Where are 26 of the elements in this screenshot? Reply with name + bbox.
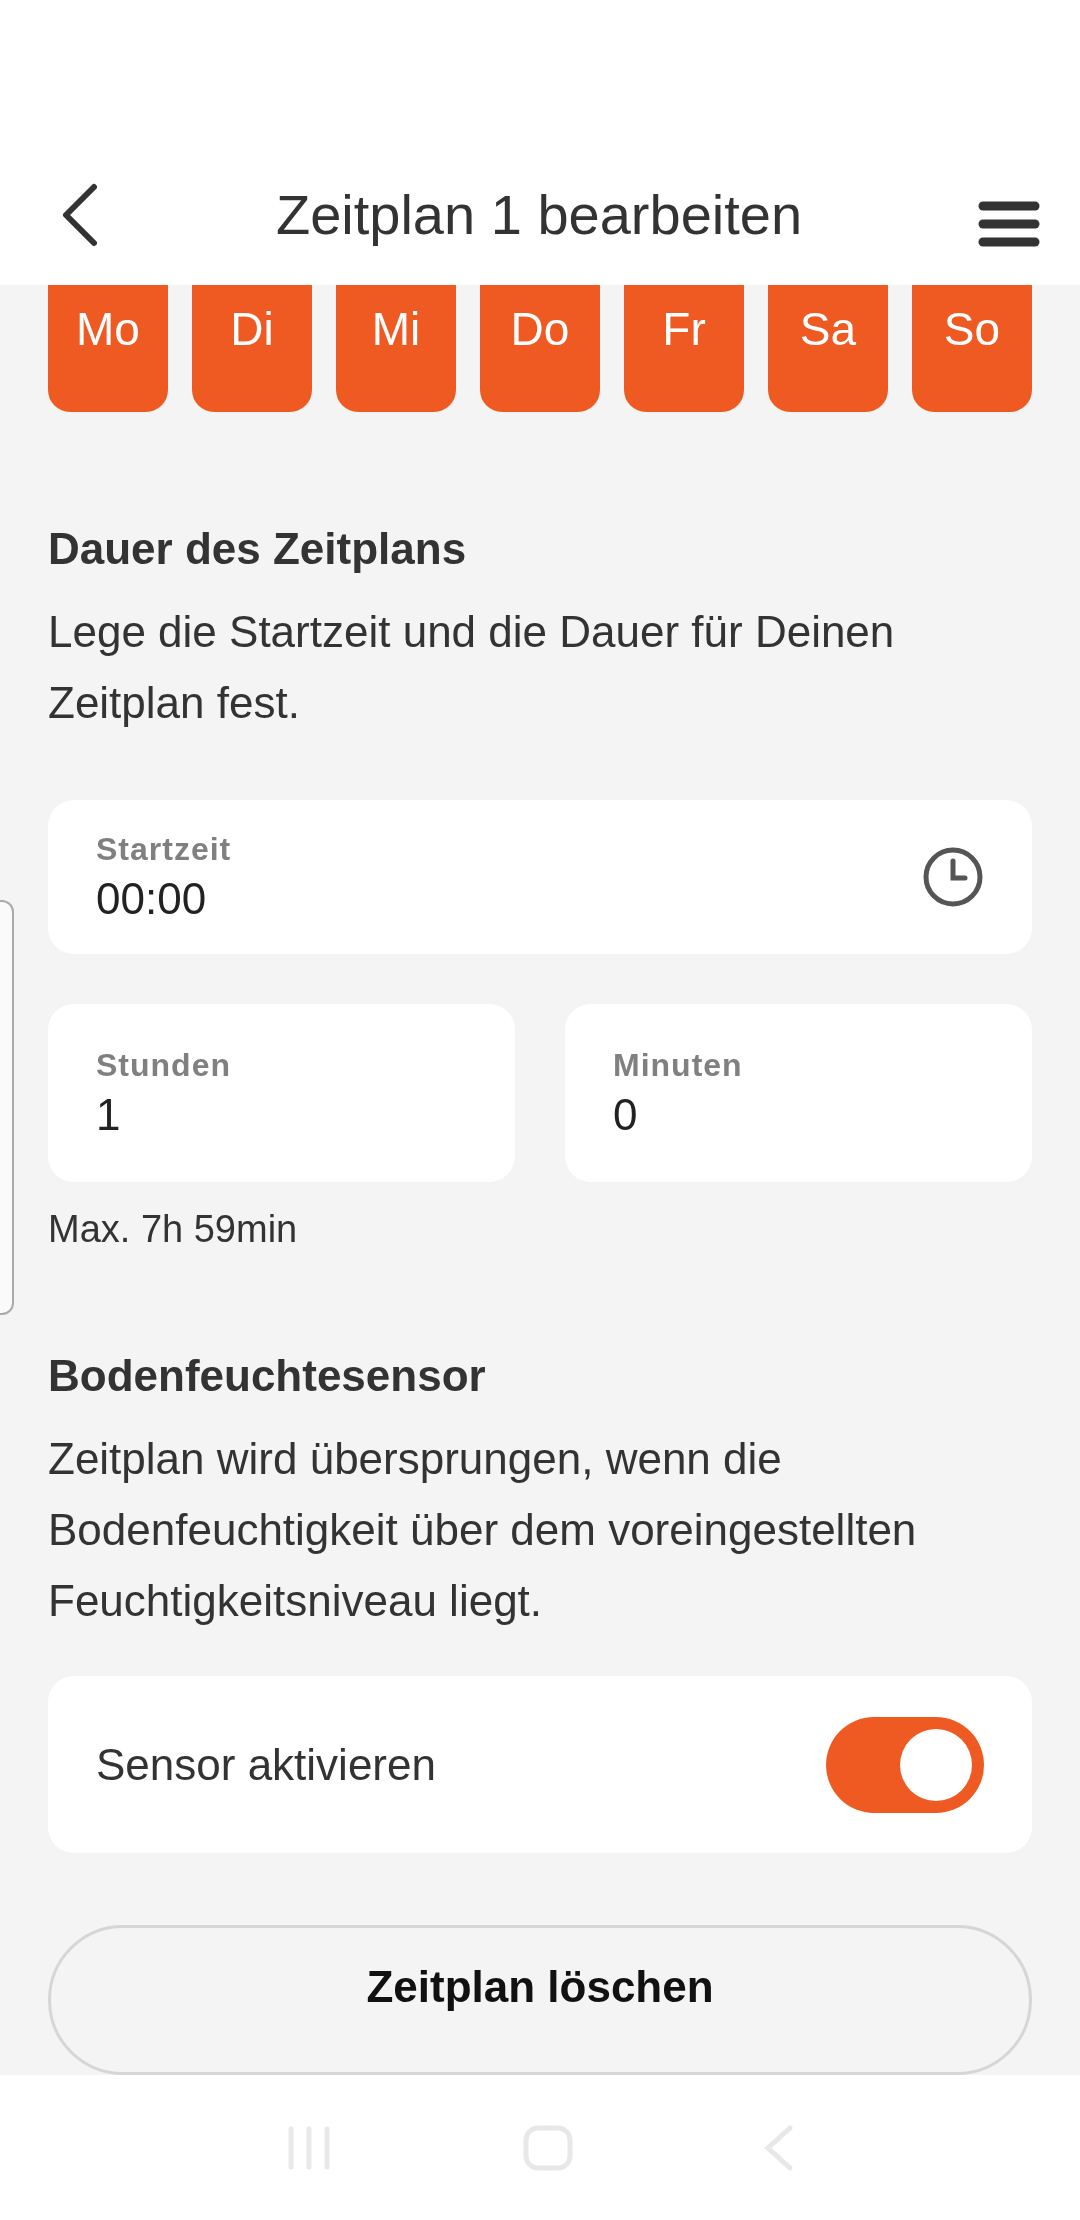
section-heading: Dauer des Zeitplans: [48, 524, 468, 574]
field-value: 0: [613, 1089, 639, 1140]
day-toggle[interactable]: Sa: [768, 285, 888, 412]
field-value: 1: [96, 1089, 122, 1140]
start-time-field[interactable]: Startzeit 00:00: [48, 800, 1032, 955]
field-label: Minuten: [613, 1046, 743, 1084]
section-description: Lege die Startzeit und die Dauer für Deinen Zeitplan fest.: [48, 606, 896, 729]
day-toggle[interactable]: Mo: [48, 285, 168, 412]
clock-icon: [922, 846, 984, 909]
back-icon[interactable]: [60, 183, 100, 247]
field-value: 00:00: [96, 873, 208, 924]
day-toggle[interactable]: So: [912, 285, 1032, 412]
menu-icon[interactable]: [978, 201, 1040, 247]
hint-text: Max. 7h 59min: [48, 1208, 299, 1252]
field-label: Stunden: [96, 1046, 231, 1084]
field-label: Startzeit: [96, 830, 232, 868]
day-toggle[interactable]: Di: [192, 285, 312, 412]
day-toggle[interactable]: Do: [480, 285, 600, 412]
page-title: Zeitplan 1 bearbeiten: [275, 182, 803, 247]
minutes-field[interactable]: Minuten 0: [565, 1004, 1032, 1183]
day-toggle[interactable]: Fr: [624, 285, 744, 412]
day-toggle[interactable]: Mi: [336, 285, 456, 412]
section-heading: Bodenfeuchtesensor: [48, 1351, 487, 1402]
hours-field[interactable]: Stunden 1: [48, 1004, 515, 1183]
toggle-label: Sensor aktivieren: [96, 1739, 436, 1790]
section-description: Zeitplan wird übersprungen, wenn die Bodenfeuchtigkeit über dem voreingestellten Feuchtigkeitsniveau liegt.: [48, 1433, 918, 1628]
